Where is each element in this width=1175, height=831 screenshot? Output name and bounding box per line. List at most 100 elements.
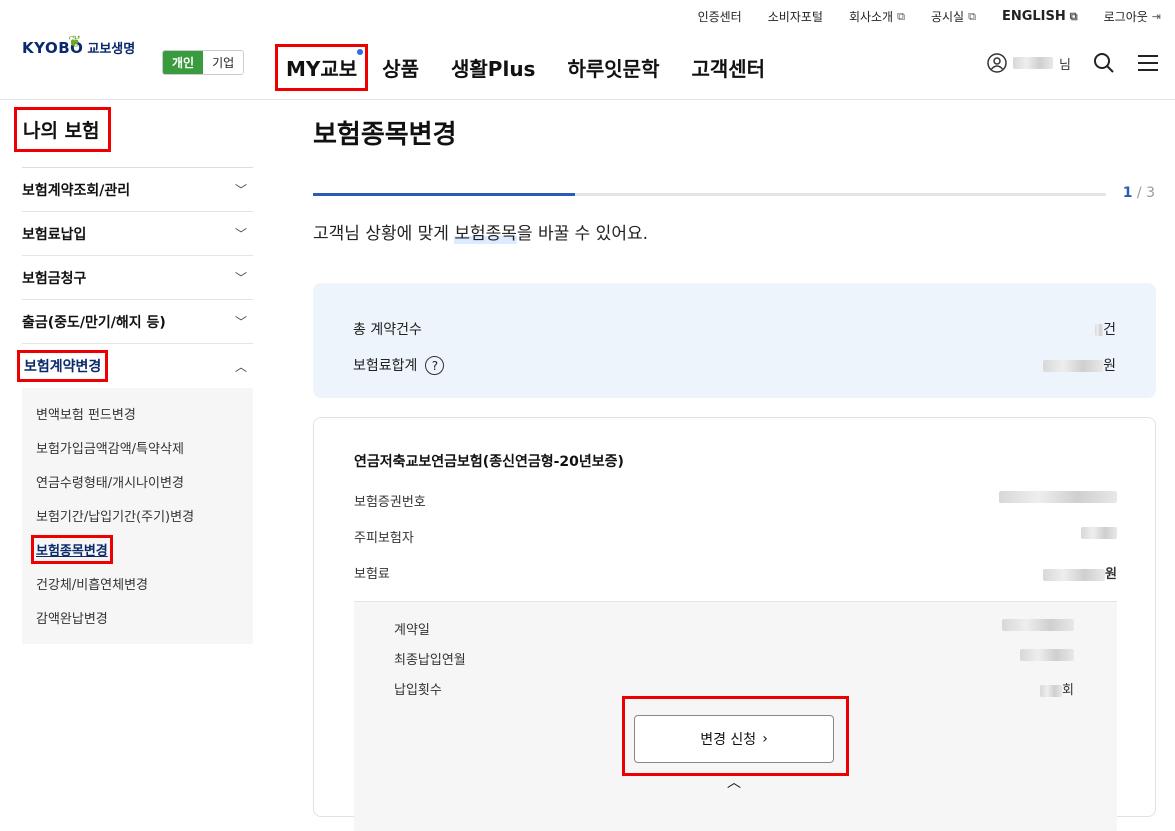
sidebar-submenu: 변액보험 펀드변경 보험가입금액감액/특약삭제 연금수령형태/개시나이변경 보험… xyxy=(22,388,253,644)
last-pay-label: 최종납입연월 xyxy=(394,653,466,668)
submenu-product-change[interactable]: 보험종목변경 xyxy=(31,532,253,566)
policy-number-row: 보험증권번호 xyxy=(354,491,1117,510)
gnb-literature[interactable]: 하루잇문학 xyxy=(567,53,659,82)
summary-count-label: 총 계약건수 xyxy=(353,322,422,338)
util-link-disclosure[interactable]: 공시실 ⧉ xyxy=(931,8,976,25)
premium-value: 원 xyxy=(1043,563,1117,582)
chevron-up-icon: ︿ xyxy=(234,359,247,374)
submenu-fund-change[interactable]: 변액보험 펀드변경 xyxy=(36,396,253,430)
premium-unit: 원 xyxy=(1103,358,1116,374)
gnb-my-kyobo-label: MY교보 xyxy=(286,56,358,81)
contract-date-masked xyxy=(1002,619,1074,631)
sidebar-menu: 보험계약조회/관리 ﹀ 보험료납입 ﹀ 보험금청구 ﹀ 출금(중도/만기/해지 등) ﹀… xyxy=(17,167,253,644)
last-pay-row: 최종납입연월 xyxy=(394,649,1074,668)
summary-premium-row: 보험료합계? 원 xyxy=(353,347,1116,383)
page-description: 고객님 상황에 맞게 보험종목을 바꿀 수 있어요. xyxy=(313,219,648,244)
insured-row: 주피보험자 xyxy=(354,527,1117,546)
sidebar-item-label: 출금(중도/만기/해지 등) xyxy=(22,314,166,331)
sidebar-item-label: 보험계약변경 xyxy=(17,350,109,382)
user-suffix: 님 xyxy=(1059,57,1071,73)
summary-premium-value: 원 xyxy=(1043,355,1116,375)
change-request-label: 변경 신청 xyxy=(700,732,757,748)
summary-box: 총 계약건수 건 보험료합계? 원 xyxy=(313,283,1156,398)
desc-highlight: 보험종목 xyxy=(454,224,517,244)
external-link-icon: ⧉ xyxy=(1069,9,1078,23)
sidebar-item-label: 보험료납입 xyxy=(22,226,87,243)
util-link-consumer[interactable]: 소비자포털 xyxy=(768,8,823,25)
pay-count-label: 납입횟수 xyxy=(394,683,442,698)
submenu-annuity-type[interactable]: 연금수령형태/개시나이변경 xyxy=(36,464,253,498)
sidebar-item-claim[interactable]: 보험금청구 ﹀ xyxy=(22,256,253,300)
change-request-button[interactable]: 변경 신청 › xyxy=(634,715,834,763)
submenu-reduced-paidup[interactable]: 감액완납변경 xyxy=(36,600,253,634)
sidebar-item-contract-inquiry[interactable]: 보험계약조회/관리 ﹀ xyxy=(22,168,253,212)
insured-masked xyxy=(1081,527,1117,539)
summary-premium-label-wrap: 보험료합계? xyxy=(353,355,445,376)
personal-tab[interactable]: 개인 xyxy=(163,51,204,74)
chevron-down-icon: ﹀ xyxy=(234,315,247,329)
sidebar-item-contract-change[interactable]: 보험계약변경 ︿ xyxy=(17,344,253,388)
chevron-down-icon: ﹀ xyxy=(234,271,247,285)
corporate-tab[interactable]: 기업 xyxy=(203,51,244,74)
desc-pre: 고객님 상황에 맞게 xyxy=(313,224,455,244)
submenu-healthy-body[interactable]: 건강체/비흡연체변경 xyxy=(36,566,253,600)
gnb-my-kyobo[interactable]: MY교보 xyxy=(275,43,369,91)
summary-count-row: 총 계약건수 건 xyxy=(353,311,1116,347)
logout-icon: ⇥ xyxy=(1151,10,1161,23)
submenu-period-change[interactable]: 보험기간/납입기간(주기)변경 xyxy=(36,498,253,532)
sidebar-item-label: 보험금청구 xyxy=(22,270,87,287)
last-pay-masked xyxy=(1020,649,1074,661)
user-menu[interactable]: 님 xyxy=(987,53,1071,73)
contract-name: 연금저축교보연금보험(종신연금형-20년보증) xyxy=(354,454,624,470)
submenu-reduce-amount[interactable]: 보험가입금액감액/특약삭제 xyxy=(36,430,253,464)
user-name-masked xyxy=(1013,57,1054,69)
summary-premium-label: 보험료합계 xyxy=(353,357,418,374)
search-icon[interactable] xyxy=(1093,52,1115,74)
help-icon[interactable]: ? xyxy=(425,356,445,376)
utility-nav: 인증센터 소비자포털 회사소개 ⧉ 공시실 ⧉ ENGLISH ⧉ 로그아웃 ⇥ xyxy=(698,8,1161,25)
logo-kr: 교보생명 xyxy=(87,42,136,57)
sidebar-title: 나의 보험 xyxy=(14,107,111,152)
gnb-life-plus[interactable]: 생활Plus xyxy=(451,53,535,82)
header-right: 님 xyxy=(987,52,1159,74)
gnb-customer-center[interactable]: 고객센터 xyxy=(691,53,765,82)
kyobo-logo[interactable]: ❦ KYOBO 교보생명 xyxy=(22,32,136,57)
count-unit: 건 xyxy=(1103,322,1116,338)
step-current: 1 xyxy=(1122,185,1133,201)
util-link-english-label: ENGLISH xyxy=(1001,9,1066,24)
policy-number-masked xyxy=(999,491,1117,503)
contract-date-label: 계약일 xyxy=(394,623,430,638)
chevron-right-icon: › xyxy=(762,731,768,747)
sidebar-item-label: 보험계약조회/관리 xyxy=(22,182,131,199)
menu-icon[interactable] xyxy=(1137,53,1159,73)
premium-row: 보험료 원 xyxy=(354,563,1117,582)
customer-type-toggle: 개인 기업 xyxy=(162,50,245,75)
new-dot-icon xyxy=(357,48,364,55)
util-link-company[interactable]: 회사소개 ⧉ xyxy=(849,8,905,25)
user-icon xyxy=(987,53,1007,73)
util-link-english[interactable]: ENGLISH ⧉ xyxy=(1002,8,1078,25)
util-link-logout[interactable]: 로그아웃 ⇥ xyxy=(1104,8,1161,25)
util-link-company-label: 회사소개 xyxy=(848,10,894,24)
step-total: / 3 xyxy=(1136,185,1155,201)
progress-fill xyxy=(313,193,575,196)
page-title: 보험종목변경 xyxy=(313,120,457,150)
collapse-caret-icon[interactable]: ︿ xyxy=(727,772,741,792)
sidebar-item-premium-payment[interactable]: 보험료납입 ﹀ xyxy=(22,212,253,256)
gnb-products[interactable]: 상품 xyxy=(382,53,419,82)
pay-count-unit: 회 xyxy=(1062,683,1074,698)
chevron-down-icon: ﹀ xyxy=(234,183,247,197)
leaf-logo-icon: ❦ xyxy=(68,32,82,51)
util-link-disclosure-label: 공시실 xyxy=(930,10,965,24)
premium-label: 보험료 xyxy=(354,567,390,582)
progress-bar xyxy=(313,193,1106,196)
util-link-cert[interactable]: 인증센터 xyxy=(698,8,742,25)
global-nav: MY교보 상품 생활Plus 하루잇문학 고객센터 xyxy=(275,43,797,91)
premium-unit-card: 원 xyxy=(1105,567,1117,582)
submenu-product-change-label: 보험종목변경 xyxy=(31,534,113,564)
util-link-logout-label: 로그아웃 xyxy=(1103,10,1148,24)
summary-count-value: 건 xyxy=(1095,319,1116,339)
sidebar-item-withdrawal[interactable]: 출금(중도/만기/해지 등) ﹀ xyxy=(22,300,253,344)
contract-date-row: 계약일 xyxy=(394,619,1074,638)
external-link-icon: ⧉ xyxy=(897,9,905,23)
